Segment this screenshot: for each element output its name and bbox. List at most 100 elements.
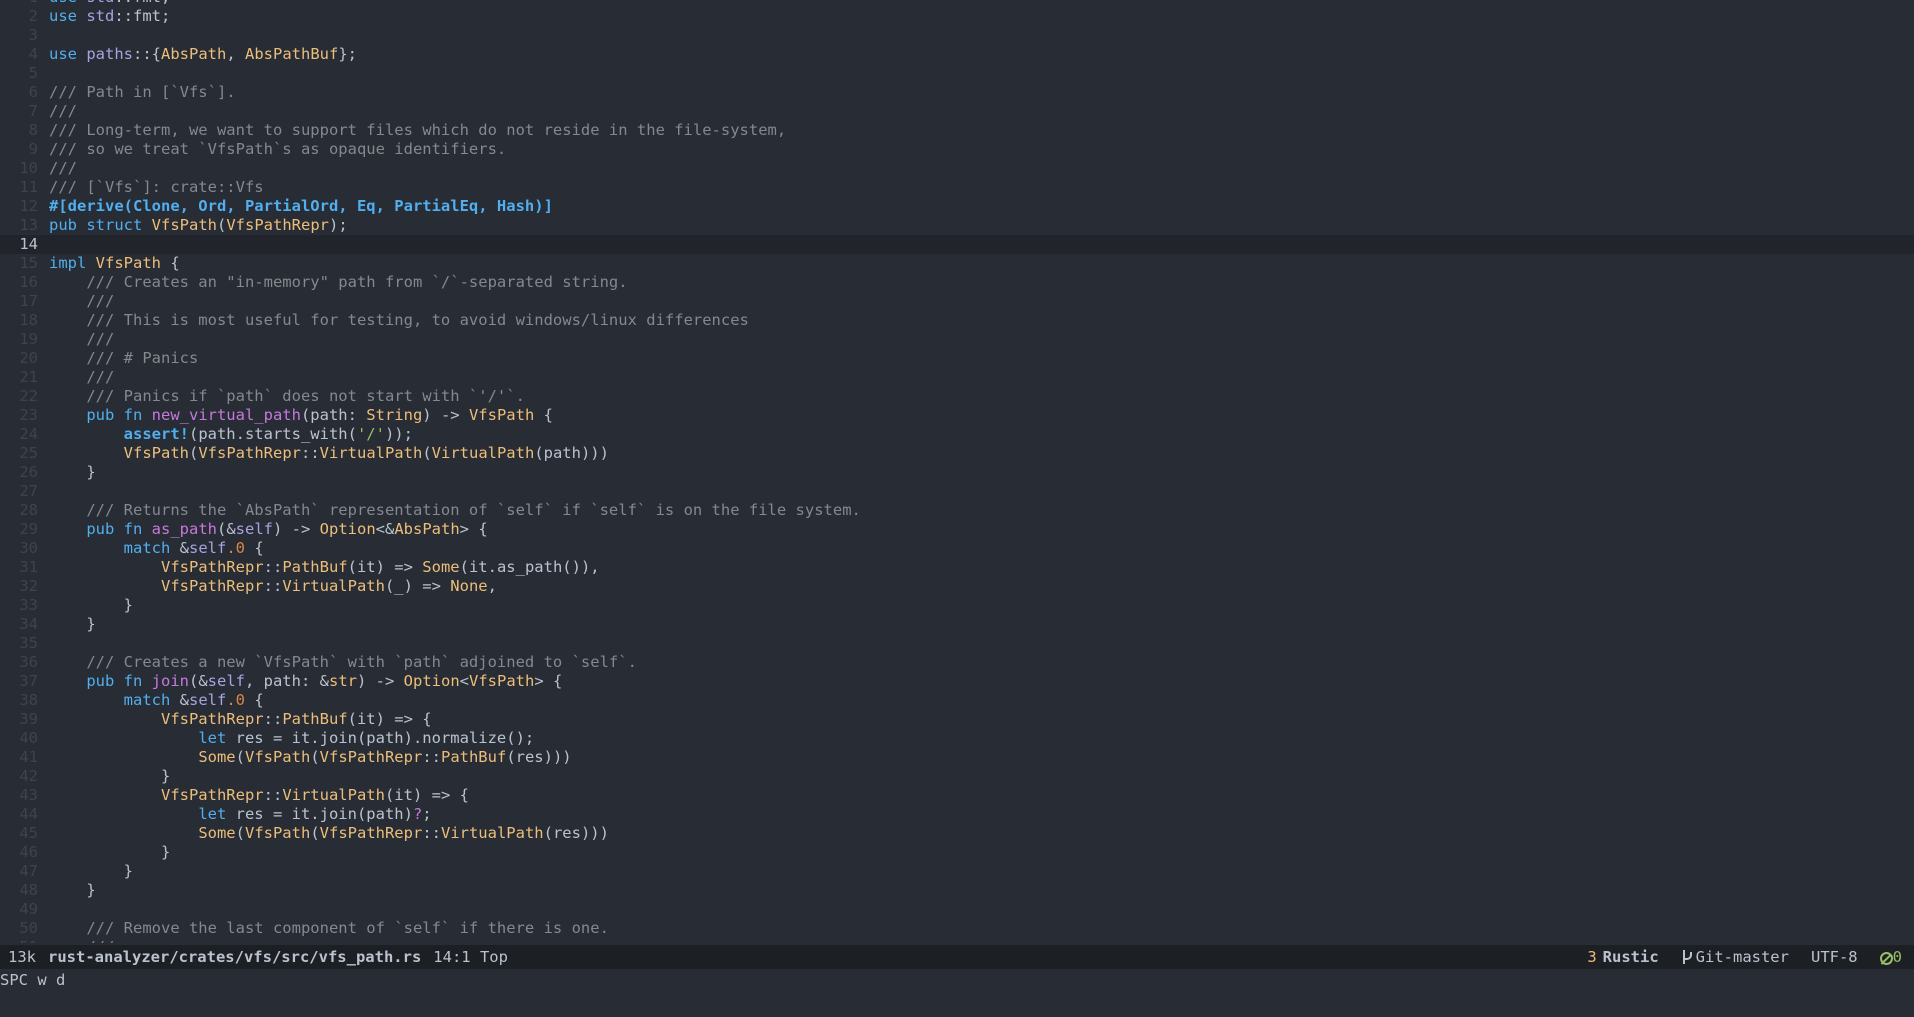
code-line[interactable]: 34 } (0, 615, 1914, 634)
code-line[interactable]: 27 (0, 482, 1914, 501)
code-token: ? (412, 805, 423, 823)
code-token: /// (49, 159, 77, 177)
line-number: 21 (19, 368, 38, 386)
code-token: VfsPath (244, 748, 311, 766)
code-token: /// Remove the last component of `self` … (86, 919, 609, 937)
line-number: 49 (19, 900, 38, 918)
code-line[interactable]: 26 } (0, 463, 1914, 482)
line-number: 25 (19, 444, 38, 462)
code-line[interactable]: 37 pub fn join(&self, path: &str) -> Opt… (0, 672, 1914, 691)
code-token: { (534, 406, 553, 424)
code-line[interactable]: 25 VfsPath(VfsPathRepr::VirtualPath(Virt… (0, 444, 1914, 463)
code-line[interactable]: 21 /// (0, 368, 1914, 387)
code-line[interactable]: 31 VfsPathRepr::PathBuf(it) => Some(it.a… (0, 558, 1914, 577)
code-line[interactable]: 23 pub fn new_virtual_path(path: String)… (0, 406, 1914, 425)
code-token: VfsPath (244, 824, 311, 842)
code-line[interactable]: 48 } (0, 881, 1914, 900)
code-line[interactable]: 39 VfsPathRepr::PathBuf(it) => { (0, 710, 1914, 729)
line-number: 2 (28, 7, 38, 25)
code-line[interactable]: 12 #[derive(Clone, Ord, PartialOrd, Eq, P… (0, 197, 1914, 216)
code-line[interactable]: 10 /// (0, 159, 1914, 178)
buffer-file-name[interactable]: rust-analyzer/crates/vfs/src/vfs_path.rs (48, 948, 421, 966)
code-line[interactable]: 28 /// Returns the `AbsPath` representat… (0, 501, 1914, 520)
no-errors-icon (1879, 952, 1893, 965)
code-line[interactable]: 17 /// (0, 292, 1914, 311)
code-line[interactable]: 42 } (0, 767, 1914, 786)
code-line[interactable]: 9 /// so we treat `VfsPath`s as opaque id… (0, 140, 1914, 159)
code-editor[interactable]: 1use std::fmt;2use std::fmt;34use paths:… (0, 0, 1914, 943)
code-line[interactable]: 2 use std::fmt; (0, 7, 1914, 26)
code-line[interactable]: 44 let res = it.join(path)?; (0, 805, 1914, 824)
code-line[interactable]: 6 /// Path in [`Vfs`]. (0, 83, 1914, 102)
code-line[interactable]: 5 (0, 64, 1914, 83)
code-line[interactable]: 19 /// (0, 330, 1914, 349)
code-line[interactable]: 29 pub fn as_path(&self) -> Option<&AbsP… (0, 520, 1914, 539)
vcs-branch[interactable]: Git-master (1681, 948, 1789, 966)
code-line[interactable]: 45 Some(VfsPath(VfsPathRepr::VirtualPath… (0, 824, 1914, 843)
code-line[interactable]: 32 VfsPathRepr::VirtualPath(_) => None, (0, 577, 1914, 596)
code-token: /// (86, 368, 115, 386)
code-line[interactable]: 15 impl VfsPath { (0, 254, 1914, 273)
code-token: , path: & (244, 672, 329, 690)
line-number: 24 (19, 425, 38, 443)
code-token: /// (86, 292, 115, 310)
line-number: 38 (19, 691, 38, 709)
code-line[interactable]: 20 /// # Panics (0, 349, 1914, 368)
line-number: 16 (19, 273, 38, 291)
code-token: std (86, 7, 115, 25)
line-number: 17 (19, 292, 38, 310)
code-line[interactable]: 3 (0, 26, 1914, 45)
code-line[interactable]: 13 pub struct VfsPath(VfsPathRepr); (0, 216, 1914, 235)
minibuffer[interactable]: SPC w d (0, 969, 1914, 992)
code-line[interactable]: 33 } (0, 596, 1914, 615)
line-number: 22 (19, 387, 38, 405)
code-line[interactable]: 49 (0, 900, 1914, 919)
line-number: 36 (19, 653, 38, 671)
code-token: /// Panics if `path` does not start with… (86, 387, 525, 405)
code-line[interactable]: 7 /// (0, 102, 1914, 121)
code-line[interactable]: 4 use paths::{AbsPath, AbsPathBuf}; (0, 45, 1914, 64)
code-line[interactable]: 24 assert!(path.starts_with('/')); (0, 425, 1914, 444)
code-token: /// so we treat `VfsPath`s as opaque ide… (49, 140, 507, 158)
code-line[interactable]: 30 match &self.0 { (0, 539, 1914, 558)
code-token: Some (198, 748, 236, 766)
encoding[interactable]: UTF-8 (1811, 948, 1858, 966)
code-line[interactable]: 14 (0, 235, 1914, 254)
code-line[interactable]: 18 /// This is most useful for testing, … (0, 311, 1914, 330)
checker-status[interactable]: 0 (1879, 948, 1902, 966)
code-token: :: (263, 710, 283, 728)
code-line[interactable]: 46 } (0, 843, 1914, 862)
code-line[interactable]: 1use std::fmt; (0, 0, 1914, 7)
code-token: PathBuf (282, 558, 348, 576)
code-line[interactable]: 35 (0, 634, 1914, 653)
code-line[interactable]: 22 /// Panics if `path` does not start w… (0, 387, 1914, 406)
line-number: 41 (19, 748, 38, 766)
line-number: 6 (28, 83, 38, 101)
code-line[interactable]: 41 Some(VfsPath(VfsPathRepr::PathBuf(res… (0, 748, 1914, 767)
code-token: VirtualPath (282, 786, 385, 804)
code-token: use (49, 0, 86, 6)
code-line[interactable]: 16 /// Creates an "in-memory" path from … (0, 273, 1914, 292)
code-line[interactable]: 8 /// Long-term, we want to support files… (0, 121, 1914, 140)
code-line[interactable]: 40 let res = it.join(path).normalize(); (0, 729, 1914, 748)
cursor-position: 14:1 Top (433, 948, 508, 966)
code-line[interactable]: 43 VfsPathRepr::VirtualPath(it) => { (0, 786, 1914, 805)
code-token: (it.as_path()), (459, 558, 600, 576)
code-line[interactable]: 51 /// (0, 938, 1914, 943)
major-mode[interactable]: Rustic (1603, 948, 1659, 966)
code-line[interactable]: 50 /// Remove the last component of `sel… (0, 919, 1914, 938)
code-token: (_) => (384, 577, 451, 595)
code-line[interactable]: 11 /// [`Vfs`]: crate::Vfs (0, 178, 1914, 197)
code-token: ) -> (272, 520, 320, 538)
code-line[interactable]: 36 /// Creates a new `VfsPath` with `pat… (0, 653, 1914, 672)
code-line[interactable]: 47 } (0, 862, 1914, 881)
code-token: VirtualPath (319, 444, 423, 462)
code-line[interactable]: 38 match &self.0 { (0, 691, 1914, 710)
